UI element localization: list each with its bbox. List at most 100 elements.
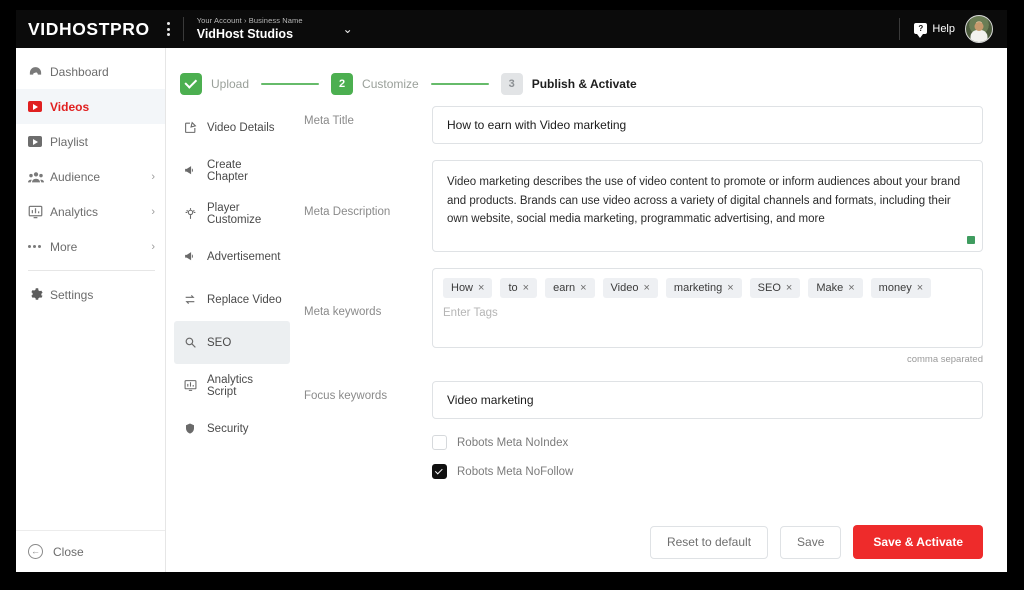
reset-to-default-button[interactable]: Reset to default [649,525,769,559]
player-settings-icon [182,207,198,220]
sidebar-item-label: Analytics [50,204,99,219]
help-bubble-icon: ? [914,23,928,38]
swap-arrows-icon [182,293,198,306]
tag-chip[interactable]: earn × [545,278,595,298]
divider [182,17,184,41]
account-name: VidHost Studios [196,26,294,41]
submenu-item-analytics-script[interactable]: Analytics Script [174,364,290,407]
tag-chip[interactable]: marketing × [665,278,742,298]
remove-tag-icon[interactable]: × [643,282,649,294]
people-icon [28,170,50,184]
avatar[interactable] [965,15,993,43]
help-button[interactable]: ? Help [914,23,955,38]
close-label: Close [53,544,84,559]
sidebar-item-dashboard[interactable]: Dashboard [16,54,165,89]
step-customize[interactable]: 2 Customize [331,73,419,95]
step-upload[interactable]: Upload [180,73,249,95]
playlist-play-icon [28,136,50,147]
submenu-item-replace-video[interactable]: Replace Video [174,278,290,321]
tag-input[interactable]: Enter Tags [443,307,972,319]
sidebar-item-playlist[interactable]: Playlist [16,124,165,159]
main-panel: Upload 2 Customize 3 Publish & Activate [166,48,1007,572]
sidebar-item-more[interactable]: More › [16,229,165,264]
meta-description-textarea[interactable]: Video marketing describes the use of vid… [432,160,983,252]
robots-nofollow-row[interactable]: Robots Meta NoFollow [304,464,983,479]
save-button[interactable]: Save [780,525,842,559]
divider [899,18,901,40]
meta-keywords-label: Meta keywords [304,306,382,318]
remove-tag-icon[interactable]: × [523,282,529,294]
tag-chip[interactable]: to × [500,278,538,298]
submenu-item-video-details[interactable]: Video Details [174,106,290,149]
meta-keywords-tagbox[interactable]: How × to × earn × Video × marketing × SEO × Ma… [432,268,983,348]
shield-icon [182,422,198,435]
submenu-item-label: Security [207,422,249,435]
chevron-down-icon[interactable]: ⌄ [343,23,353,35]
tag-chip[interactable]: Make × [808,278,863,298]
submenu-item-advertisement[interactable]: Advertisement [174,235,290,278]
save-and-activate-button[interactable]: Save & Activate [853,525,983,559]
remove-tag-icon[interactable]: × [727,282,733,294]
tag-chip[interactable]: How × [443,278,493,298]
app-logo: VIDHOSTPRO [28,18,150,39]
sidebar-divider [28,270,155,271]
breadcrumb: Your Account › Business Name [196,16,303,25]
sidebar-item-label: More [50,239,78,254]
remove-tag-icon[interactable]: × [786,282,792,294]
tag-chip[interactable]: SEO × [749,278,801,298]
help-label: Help [932,23,955,35]
tag-label: earn [553,282,576,294]
analytics-monitor-icon [28,205,50,219]
step-label: Upload [211,77,250,91]
focus-keywords-input[interactable]: Video marketing [432,381,983,419]
sidebar-item-label: Videos [50,99,90,114]
chevron-right-icon: › [151,205,155,218]
close-button[interactable]: ← Close [16,530,165,572]
meta-title-row: Meta Title How to earn with Video market… [304,106,983,144]
search-icon [182,336,198,349]
remove-tag-icon[interactable]: × [580,282,586,294]
robots-noindex-row[interactable]: Robots Meta NoIndex [304,435,983,450]
sidebar-item-analytics[interactable]: Analytics › [16,194,165,229]
robots-nofollow-checkbox[interactable] [432,464,447,479]
ellipsis-icon [28,245,50,248]
remove-tag-icon[interactable]: × [478,282,484,294]
tag-chip[interactable]: money × [870,278,932,298]
sidebar: Dashboard Videos Playlist Audience › Ana… [16,48,166,572]
wizard-stepper: Upload 2 Customize 3 Publish & Activate [166,48,1007,102]
tag-label: marketing [673,282,723,294]
sidebar-item-videos[interactable]: Videos [16,89,165,124]
submenu-item-player-customize[interactable]: Player Customize [174,192,290,235]
sidebar-item-settings[interactable]: Settings [16,277,165,312]
step-connector [430,82,489,86]
step-publish-activate[interactable]: 3 Publish & Activate [500,73,637,95]
gauge-icon [28,64,50,79]
resize-handle[interactable] [967,236,975,244]
tag-label: money [878,282,912,294]
robots-noindex-checkbox[interactable] [432,435,447,450]
submenu-item-label: Replace Video [207,293,282,306]
account-switcher[interactable]: Your Account › Business Name VidHost Stu… [196,16,303,41]
megaphone-icon [182,250,198,263]
submenu-item-security[interactable]: Security [174,407,290,450]
chevron-right-icon: › [151,170,155,183]
remove-tag-icon[interactable]: × [848,282,854,294]
submenu-item-seo[interactable]: SEO [174,321,290,364]
kebab-menu-icon[interactable] [162,20,176,38]
submenu-item-label: Create Chapter [207,158,248,183]
meta-description-value: Video marketing describes the use of vid… [447,176,961,226]
meta-description-label: Meta Description [304,206,391,218]
tag-label: Video [610,282,639,294]
tag-chip[interactable]: Video × [602,278,658,298]
edit-square-icon [182,121,198,134]
submenu-item-label: Video Details [207,121,275,134]
meta-title-input[interactable]: How to earn with Video marketing [432,106,983,144]
sidebar-item-label: Dashboard [50,64,109,79]
remove-tag-icon[interactable]: × [917,282,923,294]
step-badge-current: 2 [331,73,354,95]
sidebar-item-audience[interactable]: Audience › [16,159,165,194]
focus-keywords-row: Focus keywords Video marketing [304,381,983,419]
tag-label: SEO [757,282,781,294]
top-bar-right: ? Help [899,15,993,43]
submenu-item-create-chapter[interactable]: Create Chapter [174,149,290,192]
